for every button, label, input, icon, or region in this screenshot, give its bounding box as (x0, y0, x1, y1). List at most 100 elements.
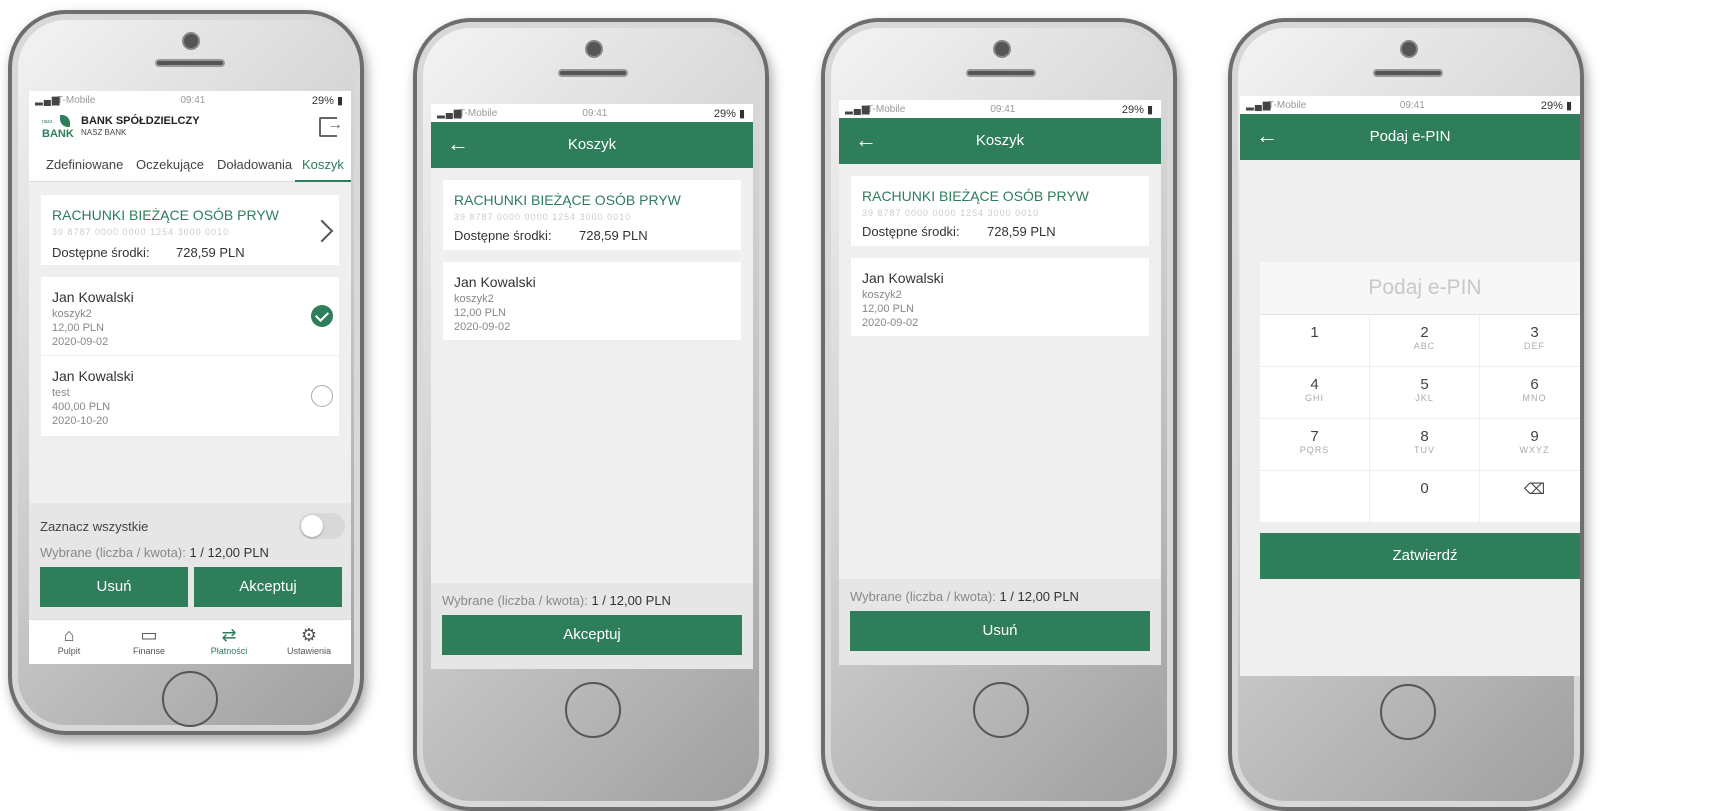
carrier-label: T-Mobile (1268, 100, 1307, 111)
item-date: 2020-10-20 (52, 415, 109, 427)
page-title: Koszyk (975, 132, 1025, 149)
carrier-label: T-Mobile (867, 104, 906, 115)
select-all-toggle[interactable] (299, 513, 345, 539)
chevron-right-icon[interactable] (310, 219, 334, 243)
key-2[interactable]: 2 ABC (1370, 315, 1480, 367)
account-name: RACHUNKI BIEŻĄCE OSÓB PRYW (52, 207, 279, 223)
clock: 09:41 (1399, 100, 1425, 111)
bank-subtitle: NASZ BANK (81, 128, 127, 137)
accept-button[interactable]: Akceptuj (194, 567, 342, 607)
account-number: 39 8787 0000 0000 1254 3000 0010 (862, 208, 1040, 218)
gear-icon: ⚙ (300, 625, 318, 645)
pin-keypad: Podaj e-PIN 1 2 ABC 3 DEF 4 GHI 5 JKL 6 MNO 7… (1260, 262, 1580, 579)
list-item: Jan Kowalski koszyk2 12,00 PLN 2020-09-0… (443, 262, 741, 340)
checked-icon[interactable] (311, 305, 333, 327)
screen-basket-accept: ▂▄▆ T-Mobile 09:41 29% ▮ ← Koszyk RACHUN… (431, 104, 753, 669)
list-item[interactable]: Jan Kowalski test 400,00 PLN 2020-10-20 (41, 356, 339, 436)
app-bar: ← Koszyk (431, 122, 753, 168)
balance-label: Dostępne środki: (454, 228, 552, 243)
item-description: test (52, 387, 70, 399)
item-amount: 12,00 PLN (862, 303, 914, 315)
delete-button[interactable]: Usuń (850, 611, 1150, 651)
account-card: RACHUNKI BIEŻĄCE OSÓB PRYW 39 8787 0000 … (443, 180, 741, 250)
clock: 09:41 (180, 95, 206, 106)
screen-epin: ▂▄▆ T-Mobile 09:41 29% ▮ ← Podaj e-PIN P… (1240, 96, 1580, 676)
phone-4: ▂▄▆ T-Mobile 09:41 29% ▮ ← Podaj e-PIN P… (1228, 18, 1584, 811)
camera (1400, 40, 1418, 58)
key-6[interactable]: 6 MNO (1480, 367, 1580, 419)
speaker (1373, 69, 1443, 77)
home-button (162, 671, 218, 727)
nav-payments[interactable]: ⇄ Płatności (189, 624, 269, 656)
confirm-button[interactable]: Zatwierdź (1260, 533, 1580, 579)
logo-small-text: nasz (42, 119, 53, 125)
key-4[interactable]: 4 GHI (1260, 367, 1370, 419)
home-button (565, 682, 621, 738)
carrier-label: T-Mobile (57, 95, 96, 106)
tab-basket[interactable]: Koszyk (302, 157, 344, 172)
page-title: Podaj e-PIN (1369, 128, 1451, 145)
key-0[interactable]: 0 (1370, 471, 1480, 523)
key-1[interactable]: 1 (1260, 315, 1370, 367)
balance-value: 728,59 PLN (579, 228, 648, 243)
summary: Wybrane (liczba / kwota): 1 / 12,00 PLN (850, 589, 1079, 604)
basket-footer: Wybrane (liczba / kwota): 1 / 12,00 PLN … (431, 583, 753, 669)
nav-finance[interactable]: ▭ Finanse (109, 624, 189, 656)
camera (993, 40, 1011, 58)
account-card: RACHUNKI BIEŻĄCE OSÓB PRYW 39 8787 0000 … (851, 176, 1149, 246)
pin-input[interactable]: Podaj e-PIN (1260, 262, 1580, 315)
cart-footer: Zaznacz wszystkie Wybrane (liczba / kwot… (29, 503, 351, 623)
summary: Wybrane (liczba / kwota): 1 / 12,00 PLN (40, 545, 269, 560)
phone-3: ▂▄▆ T-Mobile 09:41 29% ▮ ← Koszyk RACHUN… (821, 18, 1177, 811)
speaker (966, 69, 1036, 77)
item-name: Jan Kowalski (454, 274, 536, 290)
screen-basket-delete: ▂▄▆ T-Mobile 09:41 29% ▮ ← Koszyk RACHUN… (839, 100, 1161, 665)
key-8[interactable]: 8 TUV (1370, 419, 1480, 471)
summary: Wybrane (liczba / kwota): 1 / 12,00 PLN (442, 593, 671, 608)
backspace-icon[interactable]: ⌫ (1480, 471, 1580, 523)
tab-topups[interactable]: Doładowania (217, 157, 292, 172)
clock: 09:41 (582, 108, 608, 119)
balance-value: 728,59 PLN (176, 245, 245, 260)
clock: 09:41 (990, 104, 1016, 115)
accept-button[interactable]: Akceptuj (442, 615, 742, 655)
account-card[interactable]: RACHUNKI BIEŻĄCE OSÓB PRYW 39 8787 0000 … (41, 195, 339, 265)
bank-name: BANK SPÓŁDZIELCZY (81, 115, 200, 127)
select-all-label: Zaznacz wszystkie (40, 519, 149, 534)
phone-1: ▂▄▆ T-Mobile 09:41 29% ▮ nasz BANK BANK … (8, 10, 364, 735)
item-description: koszyk2 (454, 293, 494, 305)
status-bar: ▂▄▆ T-Mobile 09:41 29% ▮ (839, 100, 1161, 118)
key-7[interactable]: 7 PQRS (1260, 419, 1370, 471)
app-bar: ← Koszyk (839, 118, 1161, 164)
screen-cart-list: ▂▄▆ T-Mobile 09:41 29% ▮ nasz BANK BANK … (29, 91, 351, 664)
speaker (155, 59, 225, 67)
account-number: 39 8787 0000 0000 1254 3000 0010 (52, 227, 230, 237)
nav-dashboard[interactable]: ⌂ Pulpit (29, 624, 109, 656)
logout-icon[interactable] (319, 116, 343, 137)
home-icon: ⌂ (63, 625, 75, 645)
home-button (1380, 684, 1436, 740)
basket-footer: Wybrane (liczba / kwota): 1 / 12,00 PLN … (839, 579, 1161, 665)
account-name: RACHUNKI BIEŻĄCE OSÓB PRYW (862, 188, 1089, 204)
transfer-icon: ⇄ (221, 625, 237, 645)
logo-word: BANK (42, 128, 74, 140)
page-title: Koszyk (567, 136, 617, 153)
tab-pending[interactable]: Oczekujące (136, 157, 204, 172)
item-date: 2020-09-02 (862, 317, 919, 329)
key-5[interactable]: 5 JKL (1370, 367, 1480, 419)
status-bar: ▂▄▆ T-Mobile 09:41 29% ▮ (29, 91, 351, 109)
bottom-nav: ⌂ Pulpit ▭ Finanse ⇄ Płatności ⚙ Ustawienia (29, 619, 351, 664)
key-empty (1260, 471, 1370, 523)
delete-button[interactable]: Usuń (40, 567, 188, 607)
unchecked-icon[interactable] (311, 385, 333, 407)
key-3[interactable]: 3 DEF (1480, 315, 1580, 367)
tab-defined[interactable]: Zdefiniowane (46, 157, 123, 172)
item-amount: 12,00 PLN (454, 307, 506, 319)
list-item[interactable]: Jan Kowalski koszyk2 12,00 PLN 2020-09-0… (41, 277, 339, 355)
item-description: koszyk2 (52, 308, 92, 320)
account-number: 39 8787 0000 0000 1254 3000 0010 (454, 212, 632, 222)
item-amount: 12,00 PLN (52, 322, 104, 334)
nav-settings[interactable]: ⚙ Ustawienia (269, 624, 349, 656)
list-item: Jan Kowalski koszyk2 12,00 PLN 2020-09-0… (851, 258, 1149, 336)
key-9[interactable]: 9 WXYZ (1480, 419, 1580, 471)
